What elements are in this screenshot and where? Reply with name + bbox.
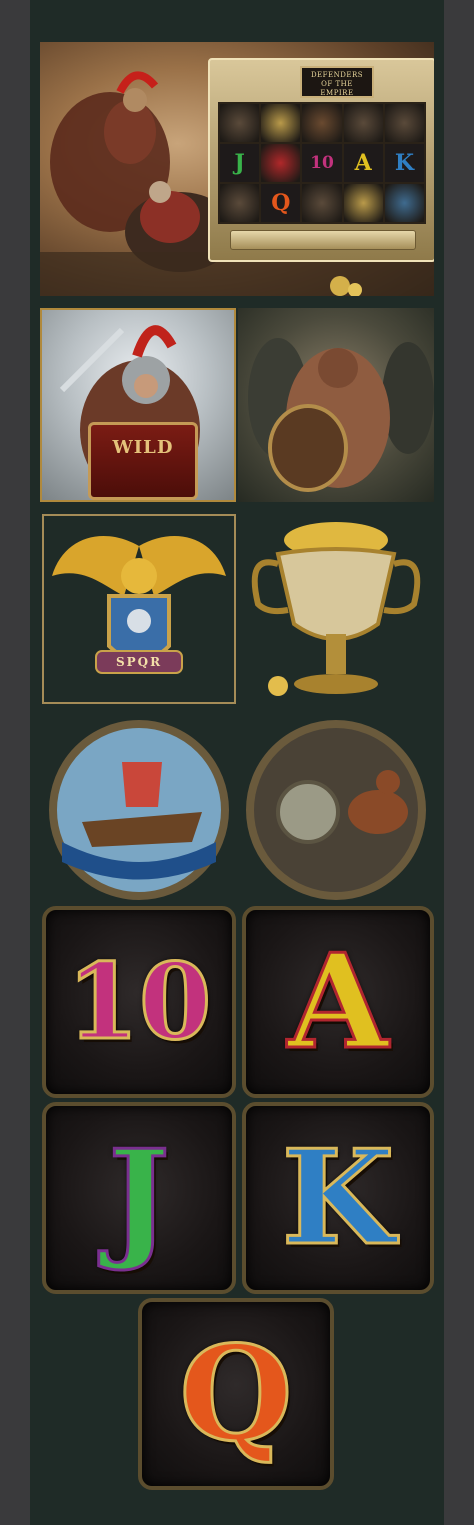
spqr-banner-text: SPQR: [115, 655, 163, 669]
reel-cell-urn: [343, 184, 383, 222]
chariot-symbol: [238, 712, 434, 900]
reel-cell-card: A: [343, 144, 383, 182]
reel-cell-urn: [261, 104, 301, 142]
barbarian-symbol-art: [238, 308, 434, 502]
wild-shield-label: WILD: [88, 422, 198, 500]
slot-machine-frame: DEFENDERS OF THE EMPIRE J 10 A K Q: [208, 58, 434, 262]
hero-banner: DEFENDERS OF THE EMPIRE J 10 A K Q: [40, 42, 434, 296]
card-10-symbol: 10: [42, 906, 236, 1098]
game-logo: DEFENDERS OF THE EMPIRE: [300, 66, 374, 98]
card-k-symbol: K: [242, 1102, 434, 1294]
eagle-crest-illustration: [52, 536, 226, 674]
card-10-glyph: 10: [65, 940, 213, 1063]
reel-cell-chariot: [302, 104, 342, 142]
warship-medallion: [49, 720, 229, 900]
warship-symbol: [42, 712, 236, 900]
gold-urn-symbol: [238, 514, 434, 704]
reel-cell-barbarian: [384, 104, 424, 142]
gallery-page: DEFENDERS OF THE EMPIRE J10AKQ WILD: [30, 0, 444, 1525]
reel-cell-card: Q: [261, 184, 301, 222]
card-j-glyph: J: [107, 1121, 172, 1274]
reel-cell-barbarian: [220, 184, 260, 222]
reel-cell-card: J: [220, 144, 260, 182]
card-q-symbol: Q: [138, 1298, 334, 1490]
gold-urn-illustration: [251, 522, 421, 696]
eagle-crest-symbol: SPQR: [42, 514, 236, 704]
card-q-glyph: Q: [178, 1317, 294, 1470]
reel-grid: J 10 A K Q: [218, 102, 426, 224]
reel-cell-card: K: [384, 144, 424, 182]
reel-cell-ship: [384, 184, 424, 222]
barbarian-illustration: [248, 338, 434, 492]
reel-cell-barbarian: [220, 104, 260, 142]
reel-control-bar: [230, 230, 416, 250]
chariot-medallion: [246, 720, 426, 900]
reel-cell-barbarian: [302, 184, 342, 222]
wild-symbol-art: WILD: [40, 308, 236, 502]
card-k-glyph: K: [280, 1121, 396, 1274]
card-a-symbol: A: [242, 906, 434, 1098]
reel-cell-barbarian: [343, 104, 383, 142]
card-a-glyph: A: [286, 925, 390, 1078]
reel-cell-card: 10: [302, 144, 342, 182]
card-j-symbol: J: [42, 1102, 236, 1294]
reel-cell-eagle: [261, 144, 301, 182]
